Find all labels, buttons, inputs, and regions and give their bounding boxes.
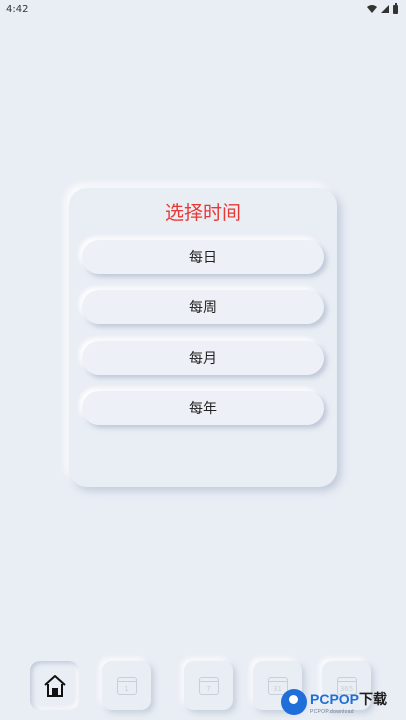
- nav-day-button[interactable]: 1: [102, 661, 151, 710]
- status-time: 4:42: [6, 3, 29, 15]
- battery-icon: [393, 3, 398, 14]
- dialog-title: 选择时间: [164, 202, 241, 224]
- option-monthly[interactable]: 每月: [82, 341, 324, 375]
- status-icons: [367, 3, 398, 14]
- pcpop-logo-icon: [281, 689, 307, 715]
- watermark-text: PCPOP下载 PCPOP.download: [310, 689, 387, 715]
- pcpop-watermark: PCPOP下载 PCPOP.download: [281, 684, 406, 720]
- nav-home-button[interactable]: [30, 661, 79, 710]
- home-icon: [43, 674, 66, 697]
- watermark-sub: PCPOP.download: [310, 709, 354, 715]
- status-bar: 4:42: [0, 0, 406, 18]
- calendar-week-icon: 7: [198, 676, 219, 695]
- select-time-dialog: 选择时间 每日 每周 每月 每年: [69, 188, 337, 487]
- option-yearly[interactable]: 每年: [82, 391, 324, 425]
- nav-week-button[interactable]: 7: [184, 661, 233, 710]
- calendar-week-label: 7: [206, 684, 211, 693]
- option-weekly[interactable]: 每周: [82, 290, 324, 324]
- calendar-day-icon: 1: [116, 676, 137, 695]
- signal-icon: [381, 5, 389, 13]
- watermark-brand-latin: PCPOP: [310, 691, 360, 707]
- watermark-brand: PCPOP下载: [310, 689, 387, 709]
- calendar-day-label: 1: [124, 684, 129, 693]
- option-daily[interactable]: 每日: [82, 240, 324, 274]
- screen: 4:42 选择时间 每日 每周 每月 每年 1 7 31 365 PCPOP下载…: [0, 0, 406, 720]
- wifi-icon: [367, 5, 377, 13]
- watermark-brand-cn: 下载: [359, 691, 388, 707]
